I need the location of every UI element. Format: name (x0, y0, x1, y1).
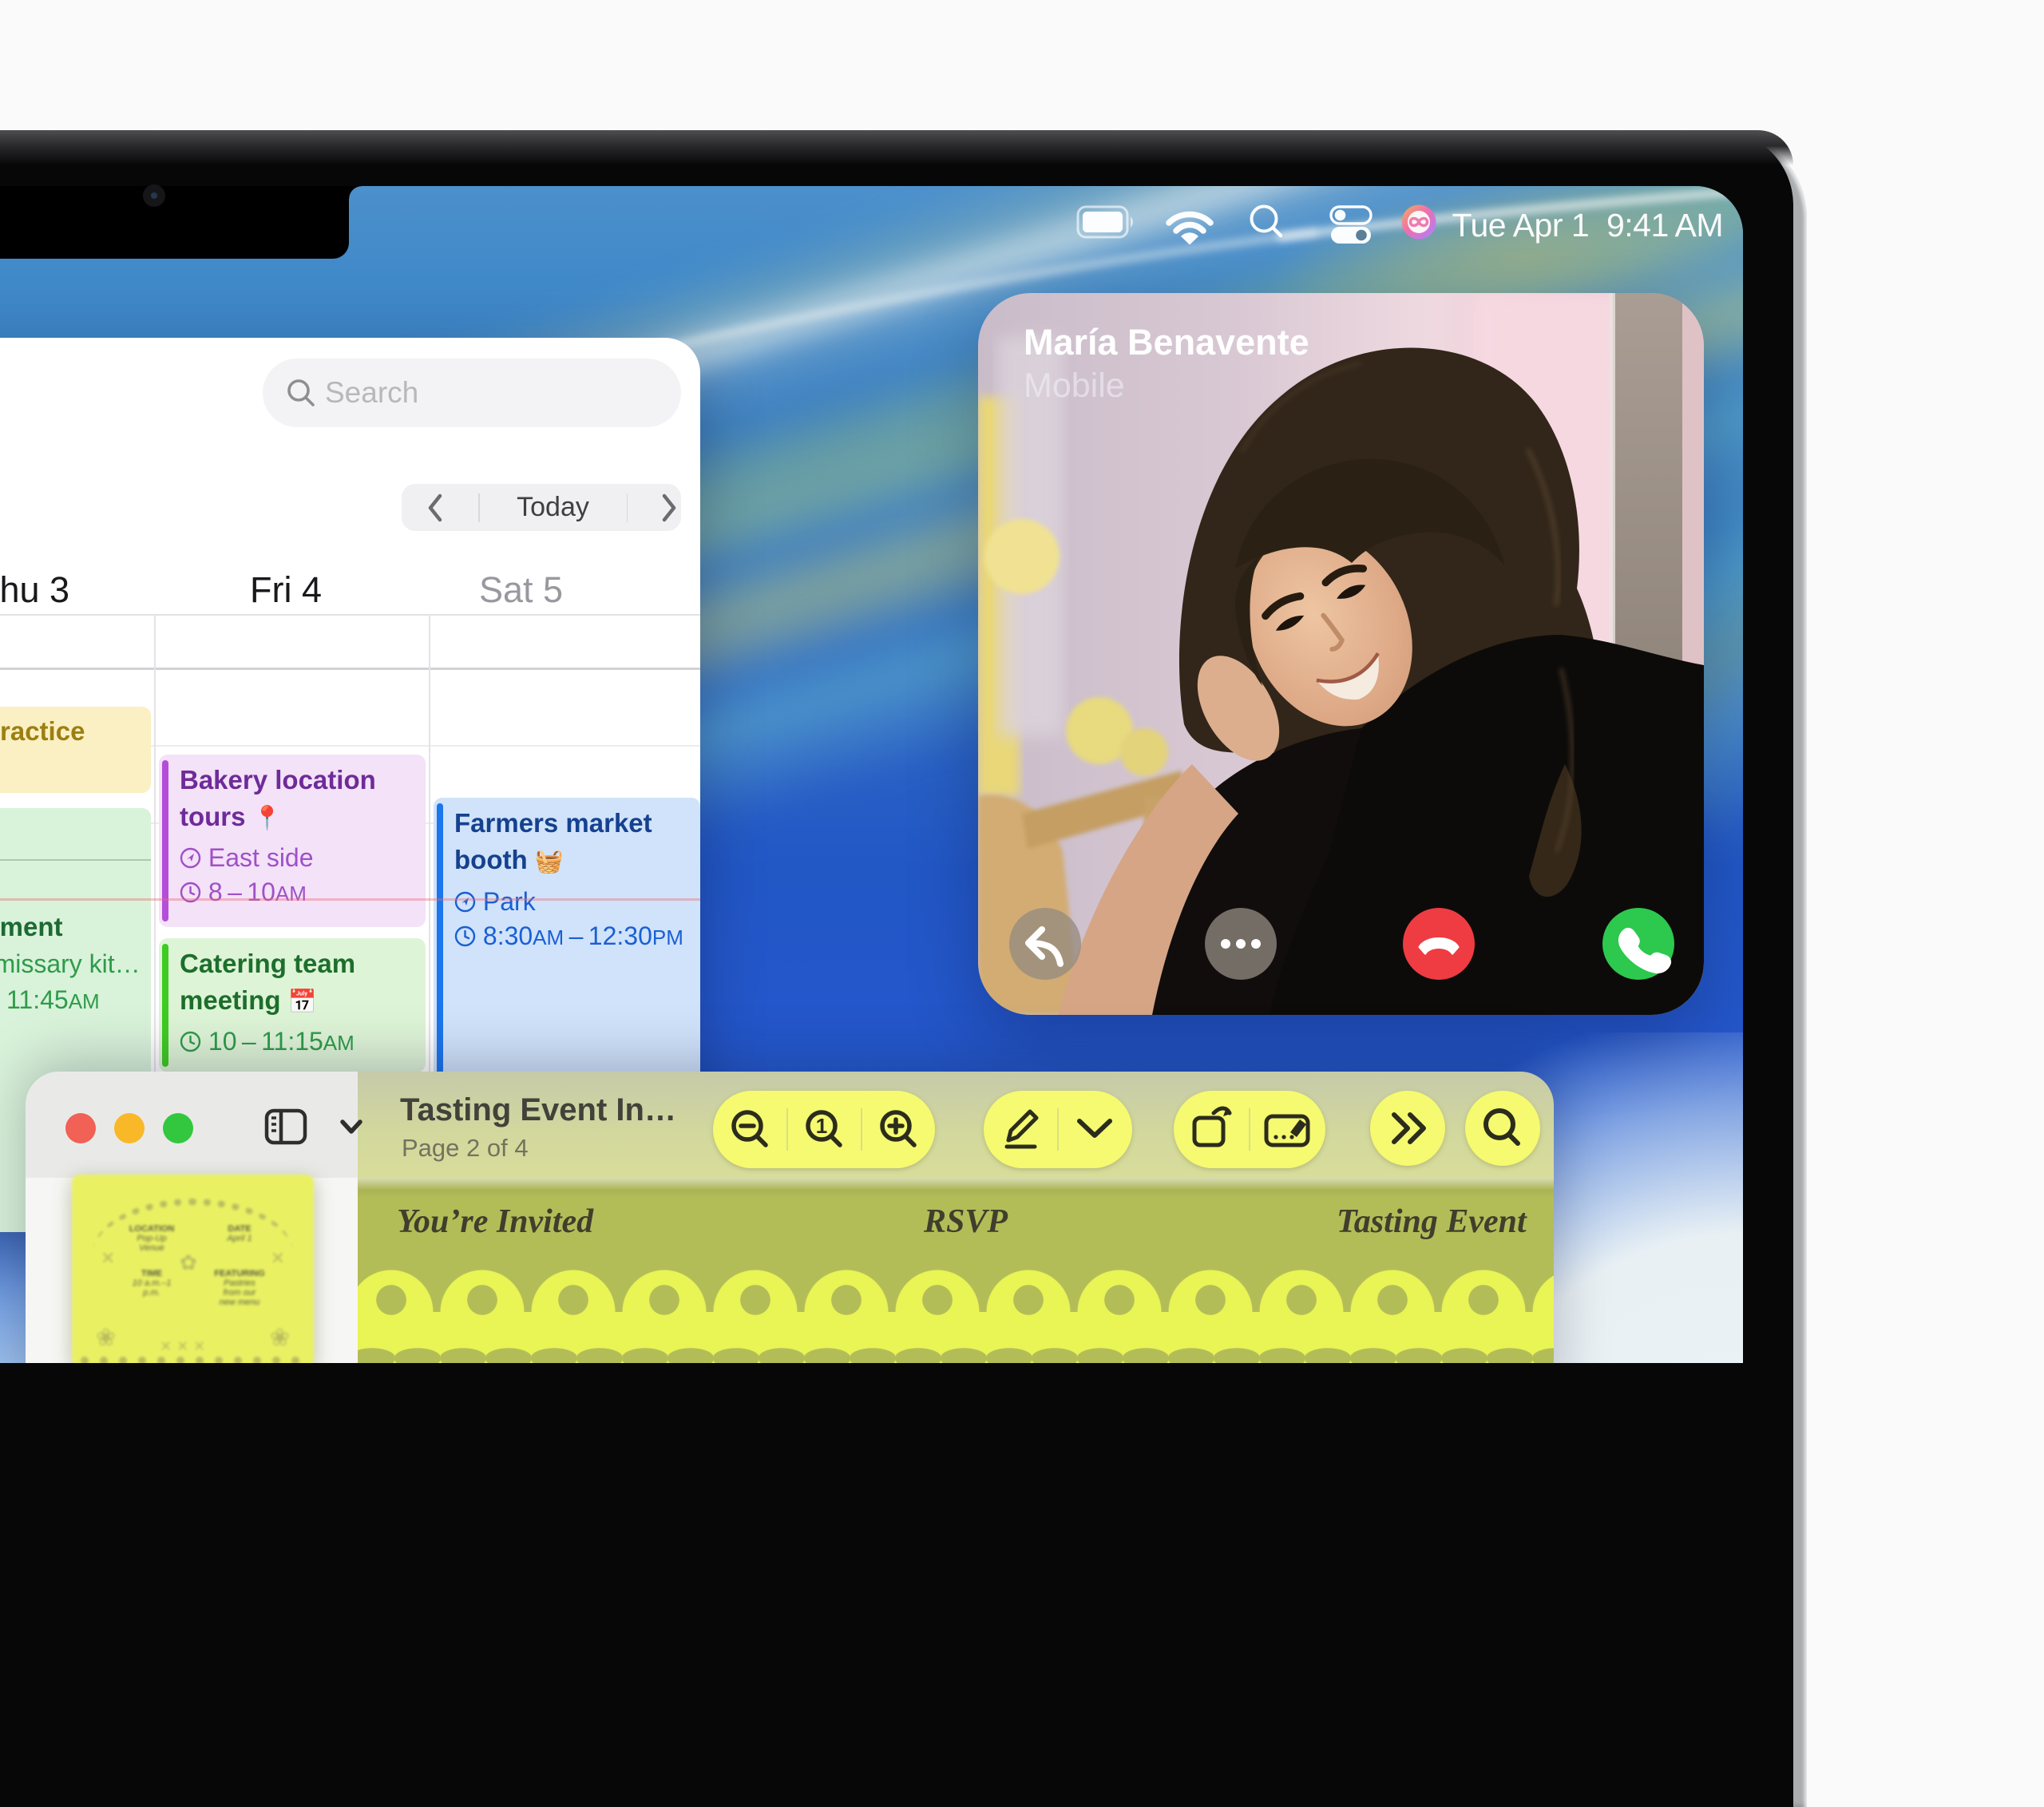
svg-text:1: 1 (816, 1114, 827, 1138)
